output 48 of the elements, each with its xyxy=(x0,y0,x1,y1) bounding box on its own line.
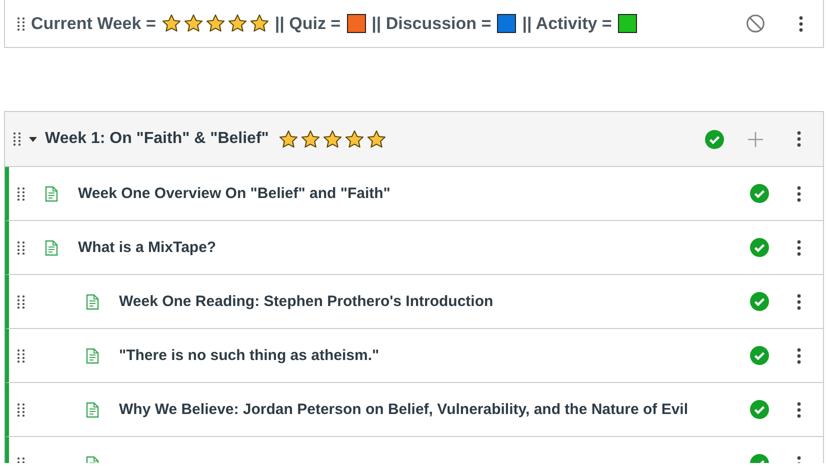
drag-handle-icon[interactable] xyxy=(17,16,25,30)
published-check-icon[interactable] xyxy=(750,400,769,419)
star-icon xyxy=(206,14,225,33)
item-title[interactable]: What is a MixTape? xyxy=(78,239,750,256)
collapse-caret-icon[interactable] xyxy=(29,135,37,143)
module-title[interactable]: Week 1: On "Faith" & "Belief" xyxy=(45,130,269,148)
more-options-icon[interactable] xyxy=(797,402,801,418)
more-options-icon[interactable] xyxy=(797,294,801,310)
more-options-icon[interactable] xyxy=(797,240,801,256)
drag-handle-icon[interactable] xyxy=(17,402,25,416)
published-check-icon[interactable] xyxy=(750,292,769,311)
drag-handle-icon[interactable] xyxy=(17,294,25,308)
more-options-icon[interactable] xyxy=(797,348,801,364)
unpublished-icon[interactable] xyxy=(746,14,765,33)
star-icon xyxy=(250,14,269,33)
star-icon xyxy=(228,14,247,33)
page-icon xyxy=(45,186,58,202)
drag-handle-icon[interactable] xyxy=(17,348,25,362)
legend-label: || Activity = xyxy=(522,14,612,34)
drag-handle-icon[interactable] xyxy=(17,186,25,200)
published-check-icon[interactable] xyxy=(750,238,769,257)
star-icon xyxy=(278,130,298,148)
star-icon xyxy=(300,130,320,148)
star-icon xyxy=(162,14,181,33)
item-title[interactable]: Week One Reading: Stephen Prothero's Introduction xyxy=(119,293,750,310)
published-check-icon[interactable] xyxy=(750,346,769,365)
published-check-icon[interactable] xyxy=(705,130,724,148)
more-options-icon[interactable] xyxy=(797,131,801,147)
legend-label: Current Week = xyxy=(31,14,156,34)
item-title[interactable]: Week One Overview On "Belief" and "Faith" xyxy=(78,185,750,202)
more-options-icon[interactable] xyxy=(799,16,803,32)
star-icon xyxy=(184,14,203,33)
published-check-icon[interactable] xyxy=(750,184,769,203)
star-icon xyxy=(366,130,386,148)
legend-label: || Discussion = xyxy=(372,14,492,34)
page-icon xyxy=(86,348,99,364)
more-options-icon[interactable] xyxy=(797,186,801,202)
star-icon xyxy=(344,130,364,148)
page-icon xyxy=(86,402,99,418)
item-title[interactable]: Why We Believe: Jordan Peterson on Belief, Vulnerability, and the Nature of Evil xyxy=(119,401,750,418)
drag-handle-icon[interactable] xyxy=(17,240,25,254)
legend-label: || Quiz = xyxy=(274,14,341,34)
star-icon xyxy=(322,130,342,148)
add-icon[interactable] xyxy=(748,132,763,146)
item-title[interactable]: "There is no such thing as atheism." xyxy=(119,347,750,364)
drag-handle-icon[interactable] xyxy=(13,132,21,146)
page-icon xyxy=(45,240,58,256)
page-icon xyxy=(86,294,99,310)
